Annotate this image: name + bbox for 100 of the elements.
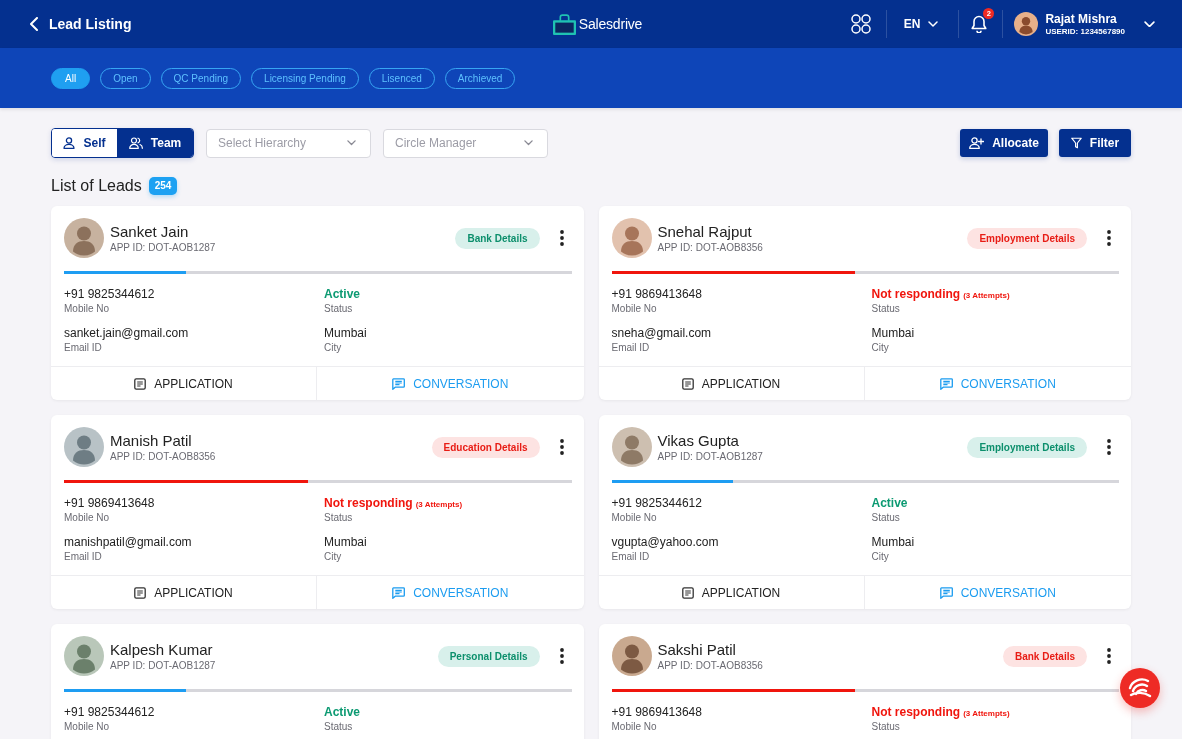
kebab-menu-icon[interactable] — [559, 230, 564, 246]
field-label: City — [871, 550, 889, 563]
kebab-menu-icon[interactable] — [1107, 439, 1111, 455]
document-icon — [681, 586, 694, 599]
field-value: +91 9825344612 — [611, 496, 702, 511]
field-label: Status — [324, 511, 353, 524]
application-button[interactable]: APPLICATION — [598, 576, 865, 609]
person-icon — [63, 137, 76, 149]
avatar-icon — [64, 636, 104, 676]
lead-name: Manish Patil — [110, 431, 192, 450]
stage-tag: Education Details — [431, 436, 540, 458]
stage-tag: Employment Details — [967, 436, 1087, 458]
select-dropdown[interactable]: Circle Manager — [383, 128, 548, 158]
select-dropdown[interactable]: Select Hierarchy — [206, 128, 371, 158]
kebab-menu-icon[interactable] — [559, 439, 564, 455]
signal-waves-icon — [1128, 677, 1152, 699]
avatar-icon — [1014, 12, 1039, 36]
document-icon — [134, 586, 147, 599]
field-value: sanket.jain@gmail.com — [64, 326, 189, 341]
app-id: APP ID: DOT-AOB8356 — [110, 449, 216, 463]
avatar-icon — [64, 427, 104, 467]
lead-name: Sakshi Patil — [657, 640, 736, 659]
status-text: Not responding — [324, 496, 413, 511]
chat-icon — [392, 586, 406, 599]
filter-chip[interactable]: All — [51, 67, 91, 89]
avatar-icon — [611, 427, 652, 467]
scope-tab[interactable]: Self — [52, 129, 117, 157]
field-value: +91 9869413648 — [64, 496, 155, 511]
field-label: Status — [871, 511, 900, 524]
brand-name: Salesdrive — [578, 16, 643, 32]
application-button[interactable]: APPLICATION — [598, 367, 865, 400]
field-value: Mumbai — [324, 535, 367, 550]
field-label: Mobile No — [64, 302, 110, 315]
conversation-button[interactable]: CONVERSATION — [317, 576, 584, 609]
avatar-icon — [64, 218, 104, 258]
lead-name: Vikas Gupta — [657, 431, 739, 450]
apps-grid-icon[interactable] — [850, 14, 871, 34]
field-value: +91 9869413648 — [611, 287, 702, 302]
field-label: Status — [324, 720, 353, 733]
bell-icon — [971, 15, 988, 33]
chat-icon — [939, 377, 953, 390]
funnel-icon — [1070, 137, 1082, 149]
status-text: Not responding — [871, 705, 961, 720]
attempts-note: (3 Attempts) — [963, 291, 1010, 300]
field-value: Mumbai — [871, 535, 915, 550]
floating-action-button[interactable] — [1120, 668, 1160, 708]
shopping-bag-icon — [552, 13, 576, 35]
field-label: Mobile No — [611, 511, 657, 524]
field-label: Status — [324, 302, 353, 315]
field-label: Mobile No — [64, 511, 110, 524]
language-dropdown[interactable]: EN — [903, 17, 939, 31]
user-id: USERID: 1234567890 — [1045, 26, 1125, 37]
field-label: Email ID — [64, 341, 102, 354]
document-icon — [134, 377, 147, 390]
chevron-down-icon — [524, 140, 533, 146]
chevron-down-icon[interactable] — [1144, 20, 1155, 28]
avatar-icon — [611, 218, 652, 258]
stage-tag: Bank Details — [1002, 645, 1087, 667]
app-id: APP ID: DOT-AOB1287 — [110, 240, 216, 254]
field-value: Mumbai — [871, 326, 915, 341]
stage-tag: Personal Details — [437, 645, 540, 667]
conversation-button[interactable]: CONVERSATION — [317, 367, 584, 400]
avatar-icon — [611, 636, 652, 676]
field-value: manishpatil@gmail.com — [64, 535, 192, 550]
count-badge: 254 — [148, 177, 178, 195]
lead-name: Kalpesh Kumar — [110, 640, 213, 659]
app-id: APP ID: DOT-AOB1287 — [110, 658, 216, 672]
field-value: +91 9825344612 — [64, 705, 155, 720]
person-plus-icon — [969, 137, 985, 149]
kebab-menu-icon[interactable] — [559, 648, 564, 664]
app-id: APP ID: DOT-AOB8356 — [657, 240, 763, 254]
field-label: Mobile No — [611, 302, 657, 315]
status-text: Active — [324, 705, 361, 720]
field-label: Mobile No — [64, 720, 110, 733]
field-label: Email ID — [64, 550, 102, 563]
back-button[interactable] — [30, 17, 38, 31]
kebab-menu-icon[interactable] — [1107, 648, 1111, 664]
people-icon — [128, 137, 143, 149]
allocate-button[interactable]: Allocate — [960, 129, 1048, 157]
application-button[interactable]: APPLICATION — [51, 576, 317, 609]
filter-button[interactable]: Filter — [1059, 129, 1131, 157]
field-label: City — [324, 550, 342, 563]
stage-tag: Employment Details — [967, 227, 1087, 249]
field-label: Email ID — [611, 341, 650, 354]
stage-tag: Bank Details — [455, 227, 540, 249]
document-icon — [681, 377, 694, 390]
field-label: Status — [871, 720, 900, 733]
scope-tab[interactable]: Team — [117, 129, 193, 157]
application-button[interactable]: APPLICATION — [51, 367, 317, 400]
kebab-menu-icon[interactable] — [1107, 230, 1111, 246]
chat-icon — [939, 586, 953, 599]
field-value: +91 9869413648 — [611, 705, 702, 720]
field-label: City — [871, 341, 889, 354]
field-value: Mumbai — [324, 326, 367, 341]
field-label: Email ID — [611, 550, 650, 563]
section-title: List of Leads — [51, 177, 142, 195]
conversation-button[interactable]: CONVERSATION — [864, 367, 1131, 400]
field-value: vgupta@yahoo.com — [611, 535, 719, 550]
conversation-button[interactable]: CONVERSATION — [864, 576, 1131, 609]
attempts-note: (3 Attempts) — [415, 500, 463, 509]
